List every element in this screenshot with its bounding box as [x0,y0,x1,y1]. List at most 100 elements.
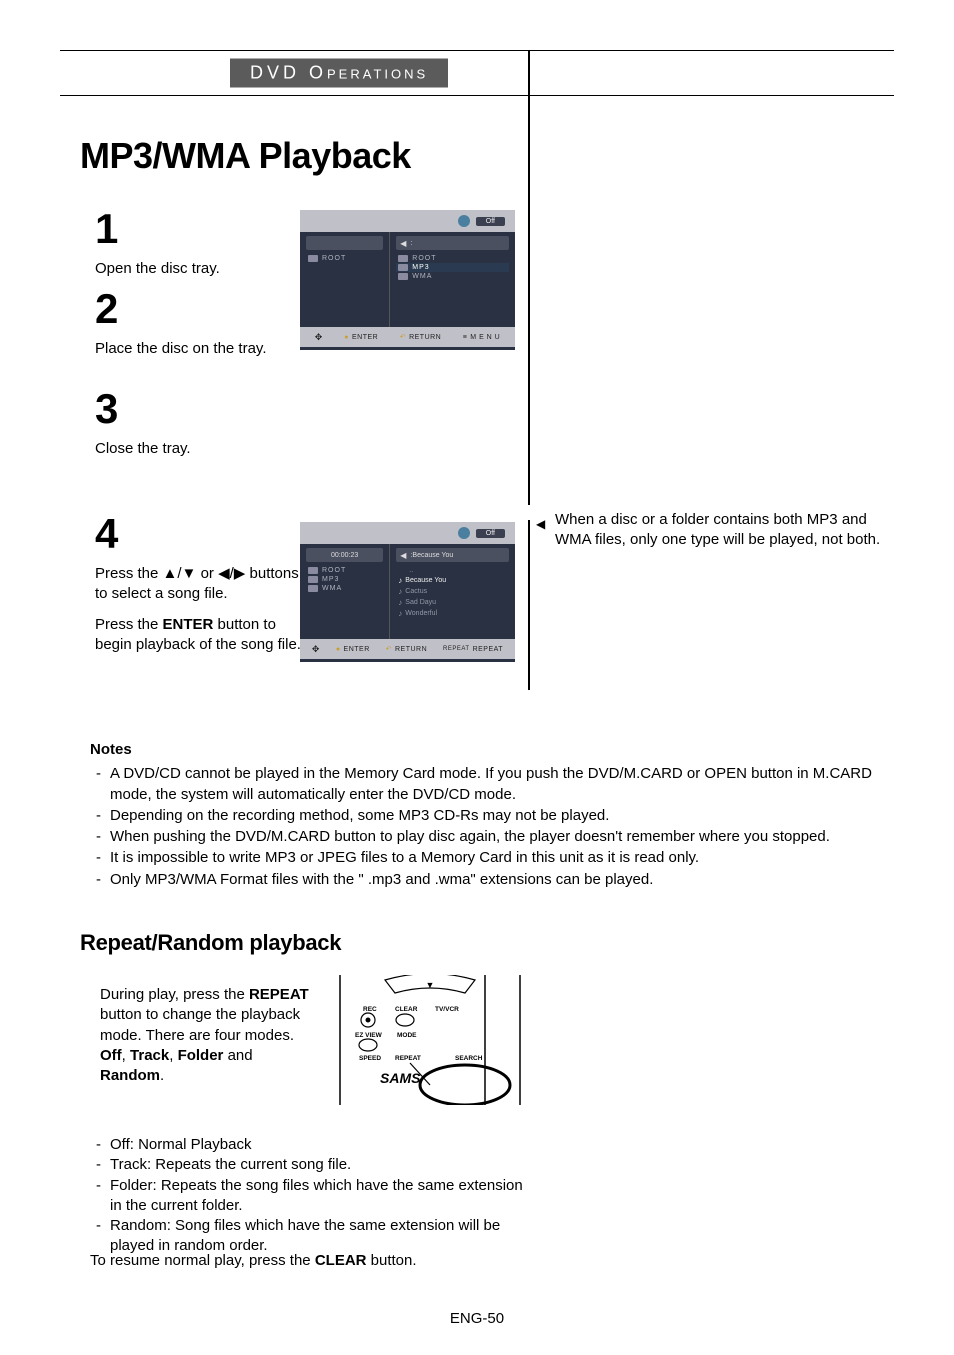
rp-off: Off [100,1047,122,1064]
rp-random: Random [100,1067,160,1084]
speaker-icon: ◀ [400,551,406,560]
rp-c1: , [122,1047,130,1064]
step-1: 1 Open the disc tray. [95,205,295,279]
remote-dpad[interactable]: ▼ [385,975,475,993]
rp-b: button to change the playback mode. Ther… [100,1006,300,1043]
note-icon: ♪ [398,609,402,618]
ui1-item-root[interactable]: ROOT [396,254,509,263]
ui2-off-label: Off [476,529,505,538]
callout-circle [420,1065,510,1105]
remote-ezview-label: EZ VIEW [355,1032,383,1039]
mode-random: Random: Song files which have the same e… [90,1216,530,1257]
remote-clear-button[interactable] [396,1014,414,1026]
remote-repeat-label: REPEAT [395,1055,421,1062]
ui2-song-4[interactable]: ♪Wonderful [396,608,509,619]
folder-icon [308,567,318,574]
ui2-left-root[interactable]: ROOT [306,566,383,575]
ui2-song-3[interactable]: ♪Sad Dayu [396,597,509,608]
ui-screen-2: Off 00:00:23 ROOT MP3 WMA ◀: Because You… [300,522,515,662]
ui2-left-header: 00:00:23 [306,548,383,562]
ui2-song-1-label: Because You [405,577,446,584]
step4-t2a: Press the [95,616,163,633]
ui1-item-mp3-label: MP3 [412,264,429,271]
sidenote-text: When a disc or a folder contains both MP… [555,510,905,551]
ui1-item-root-label: ROOT [412,255,436,262]
modes-list: Off: Normal Playback Track: Repeats the … [90,1135,530,1257]
folder-icon [398,273,408,280]
divider-vertical [528,50,530,505]
rp-c2: , [169,1047,177,1064]
ui2-enter-label: ENTER [344,646,370,653]
step-3-number: 3 [95,385,295,433]
rp-a: During play, press the [100,986,249,1003]
step-1-text: Open the disc tray. [95,259,295,279]
divider-vertical-2 [528,520,530,690]
notes-section: Notes A DVD/CD cannot be played in the M… [90,740,880,891]
ui1-left-root[interactable]: ROOT [306,254,383,263]
remote-brand: SAMS [380,1070,421,1086]
ui1-enter-key: ●ENTER [344,334,378,341]
ui2-left-root-label: ROOT [322,567,346,574]
ui2-song-parent[interactable]: .. [396,566,509,575]
ui2-left-mp3-label: MP3 [322,576,339,583]
mode-track: Track: Repeats the current song file. [90,1155,530,1175]
ui2-left-wma-label: WMA [322,585,342,592]
folder-icon [398,264,408,271]
remote-clear-label: CLEAR [395,1006,418,1013]
ui2-song-4-label: Wonderful [405,610,437,617]
note-item: Only MP3/WMA Format files with the " .mp… [90,870,880,890]
ui2-song-1[interactable]: ♪Because You [396,575,509,586]
svg-text:▼: ▼ [426,980,435,990]
note-icon: ♪ [398,587,402,596]
rp-period: . [160,1067,164,1084]
ui2-repeat-key: REPEAT REPEAT [443,646,503,653]
remote-rec-label: REC [363,1006,377,1013]
step-1-number: 1 [95,205,295,253]
remote-illustration: ▼ REC CLEAR TV/VCR EZ VIEW MODE SPEED RE… [335,975,525,1105]
resume-line: To resume normal play, press the CLEAR b… [90,1252,417,1269]
ui1-left-root-label: ROOT [322,255,346,262]
resume-clear-bold: CLEAR [315,1252,367,1269]
section-header: DVD OPERATIONS [60,50,894,96]
remote-mode-label: MODE [397,1032,417,1039]
ui1-item-wma[interactable]: WMA [396,272,509,281]
ui2-song-2-label: Cactus [405,588,427,595]
ui-screen-1: Off ROOT ◀: ROOT MP3 WMA ✥ ●ENTER ↶RETUR… [300,210,515,350]
rp-and: and [223,1047,252,1064]
repeat-section-title: Repeat/Random playback [80,930,341,956]
header-text-main: DVD O [250,63,327,83]
ui2-timer: 00:00:23 [331,552,358,559]
disc-icon [458,527,470,539]
ui1-menu-label: M E N U [470,334,500,341]
ui2-bottombar: ✥ ●ENTER ↶RETURN REPEAT REPEAT [300,639,515,659]
step4-enter-bold: ENTER [163,616,214,633]
speaker-icon: ◀ [400,239,406,248]
folder-icon [398,568,406,574]
note-item: When pushing the DVD/M.CARD button to pl… [90,827,880,847]
folder-icon [308,255,318,262]
ui2-right-header: ◀: Because You [396,548,509,562]
remote-search-label: SEARCH [455,1055,483,1062]
folder-icon [398,255,408,262]
ui1-item-mp3[interactable]: MP3 [396,263,509,272]
note-item: Depending on the recording method, some … [90,806,880,826]
mode-folder: Folder: Repeats the song files which hav… [90,1176,530,1217]
step-3-text: Close the tray. [95,439,295,459]
ui2-return-key: ↶RETURN [386,645,428,653]
ui2-return-label: RETURN [395,646,427,653]
ui1-menu-key: ≡M E N U [463,334,501,341]
step-4-text-1: Press the ▲/▼ or ◀/▶ buttons to select a… [95,564,305,605]
resume-b: button. [367,1252,417,1269]
section-header-title: DVD OPERATIONS [230,59,448,88]
remote-speed-label: SPEED [359,1055,381,1062]
step4-t1a: Press the [95,565,163,582]
remote-tvvcr-label: TV/VCR [435,1006,459,1013]
ui1-right-header: ◀: [396,236,509,250]
ui2-song-2[interactable]: ♪Cactus [396,586,509,597]
ui1-item-wma-label: WMA [412,273,432,280]
ui2-left-mp3[interactable]: MP3 [306,575,383,584]
ui1-navkeys: ✥ [315,332,323,343]
remote-ezview-button[interactable] [359,1039,377,1051]
ui2-left-wma[interactable]: WMA [306,584,383,593]
mode-off: Off: Normal Playback [90,1135,530,1155]
